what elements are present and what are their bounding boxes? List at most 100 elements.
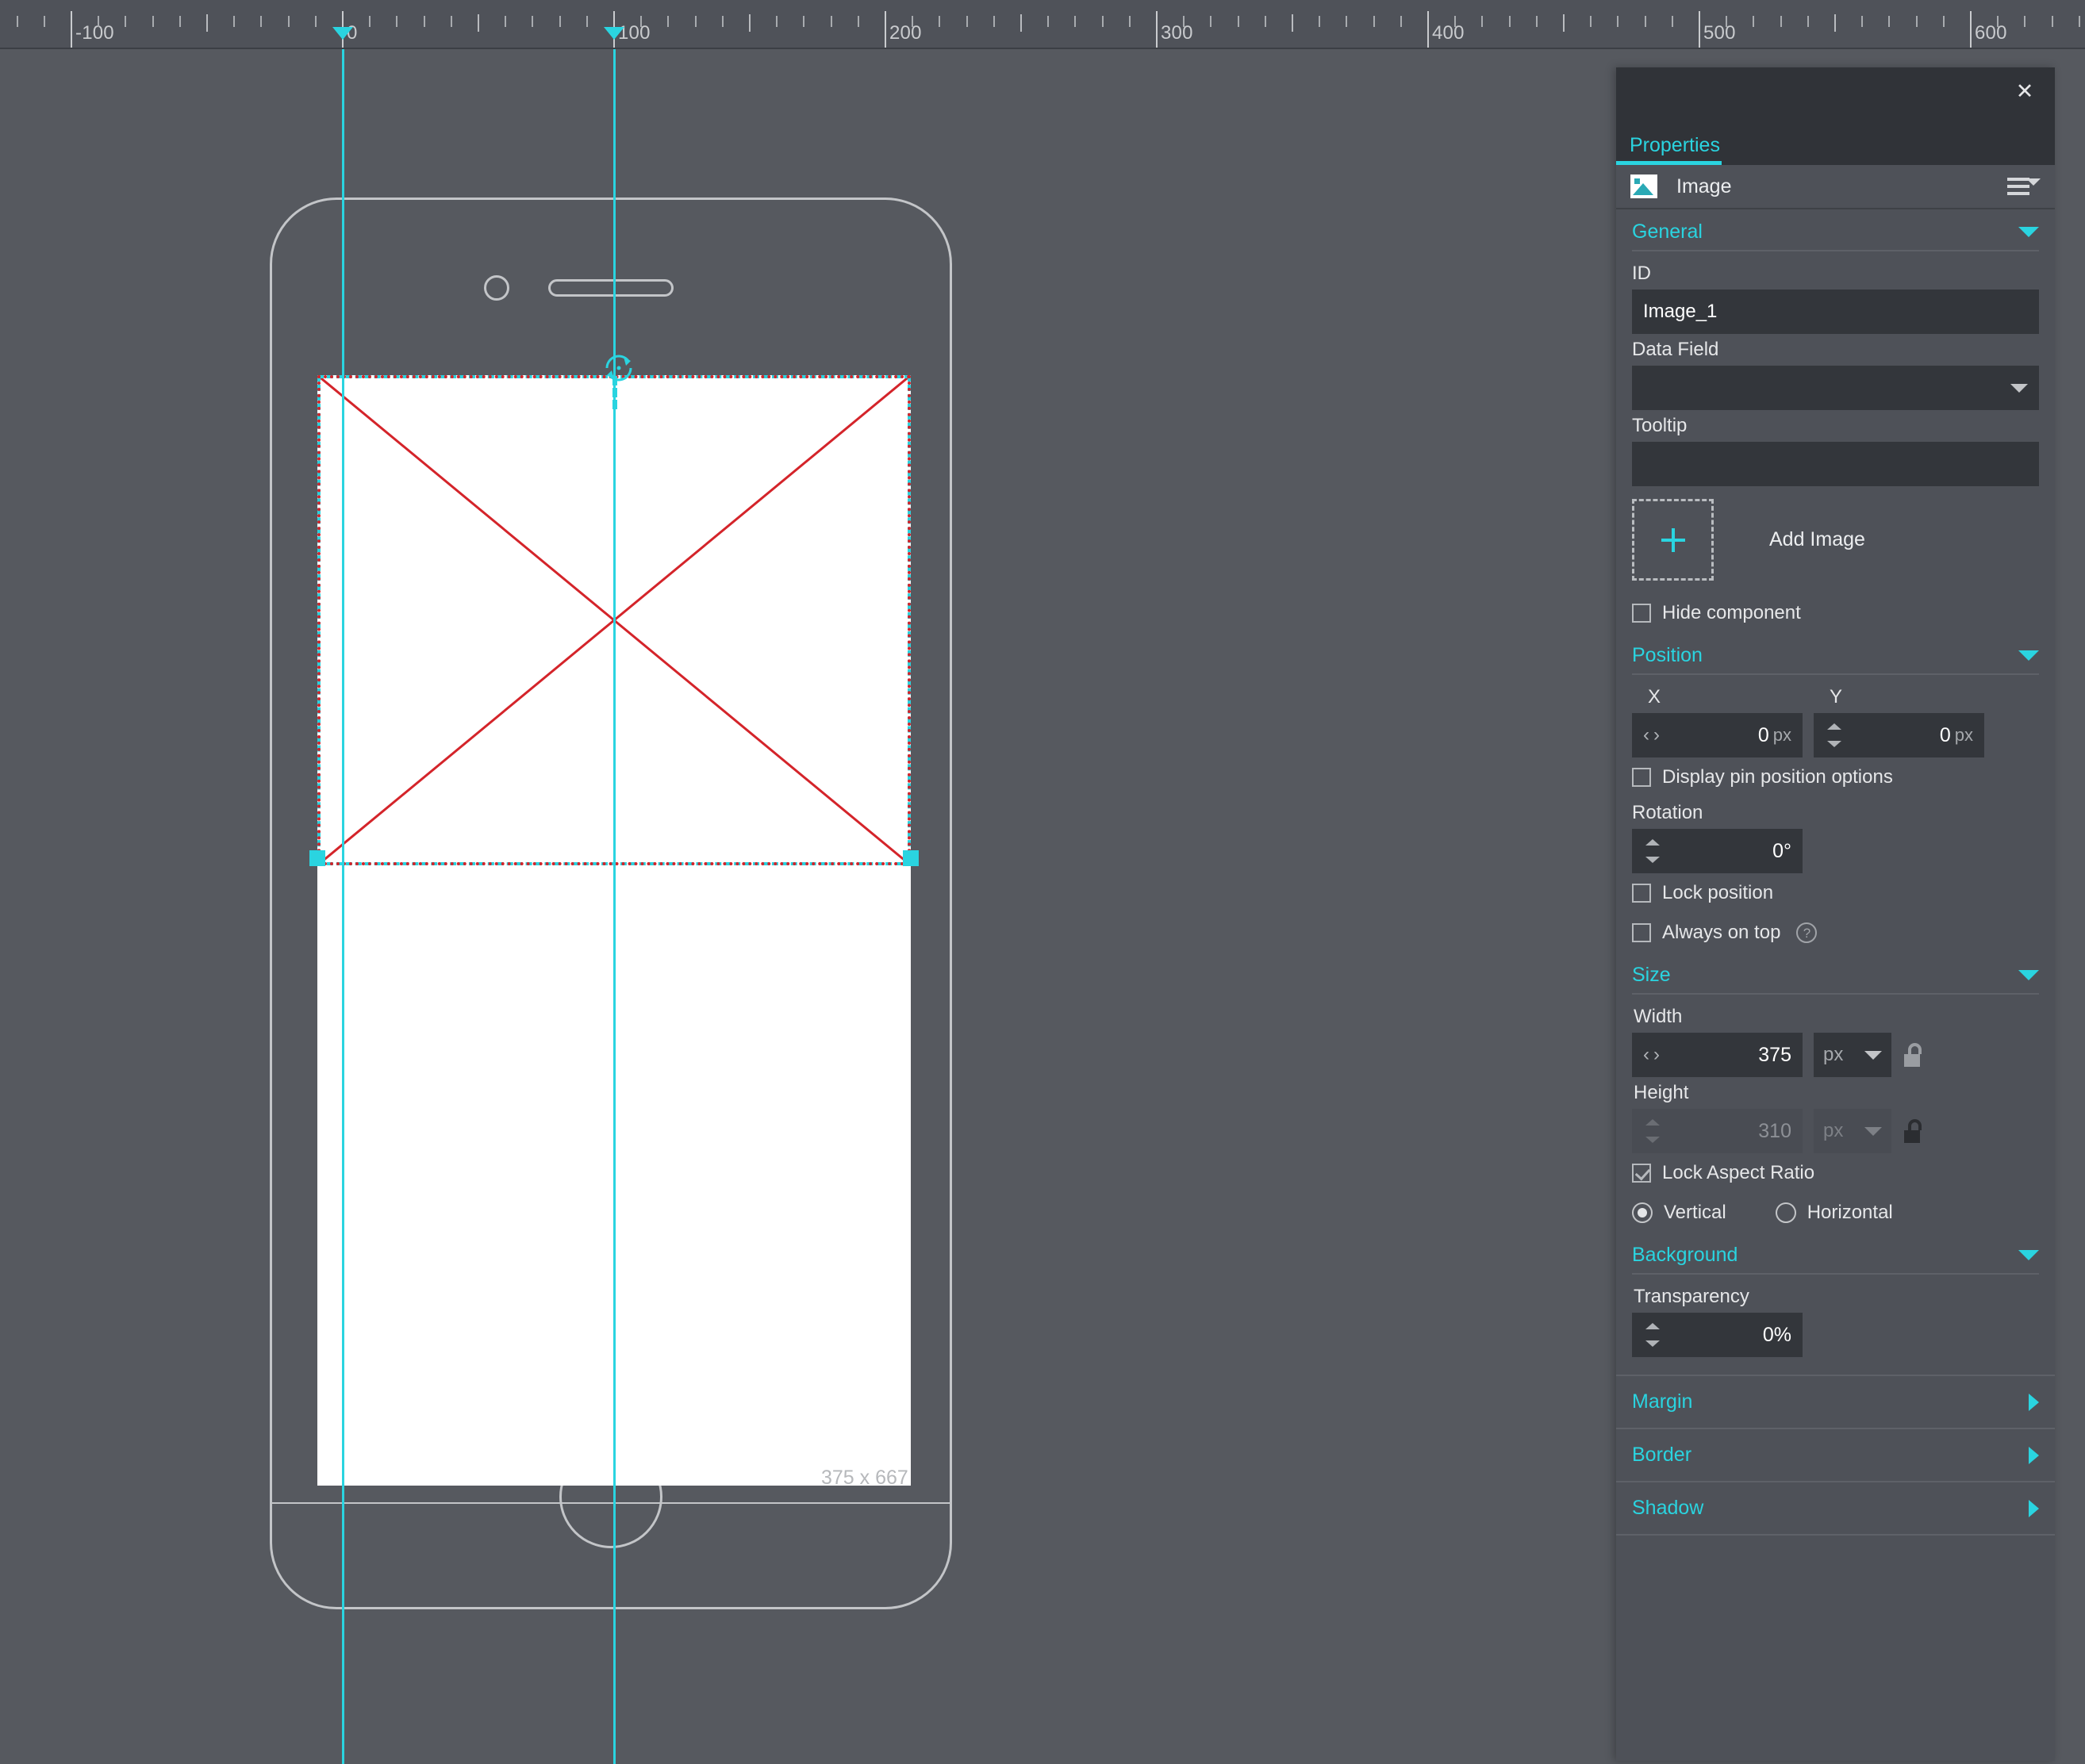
- ruler-tick-minor: [369, 16, 371, 27]
- radio-horizontal[interactable]: [1775, 1202, 1796, 1223]
- stepper-horizontal-icon[interactable]: ‹›: [1643, 724, 1664, 746]
- x-position-input[interactable]: ‹› 0 px: [1632, 713, 1803, 757]
- section-header-border[interactable]: Border: [1616, 1429, 2055, 1482]
- lock-position-checkbox[interactable]: [1632, 884, 1651, 903]
- height-lock-icon[interactable]: [1903, 1119, 1923, 1143]
- ruler-tick-minor: [1780, 16, 1782, 27]
- hamburger-menu-icon[interactable]: [2007, 176, 2041, 197]
- rotation-input[interactable]: 0°: [1632, 829, 1803, 873]
- guide-marker-0[interactable]: [332, 27, 353, 40]
- ruler-tick-minor: [1047, 16, 1050, 27]
- rotate-handle-icon[interactable]: [600, 349, 638, 387]
- resize-handle-right[interactable]: [903, 850, 919, 866]
- lock-position-label: Lock position: [1662, 882, 1774, 903]
- horizontal-ruler[interactable]: -200-10001002003004005006007008009001000…: [0, 0, 2085, 49]
- stepper-vertical-icon[interactable]: [1643, 836, 1662, 866]
- ruler-tick-minor: [1400, 16, 1402, 27]
- stepper-horizontal-icon[interactable]: ‹›: [1643, 1044, 1664, 1066]
- width-unit-select[interactable]: px: [1814, 1033, 1891, 1077]
- ruler-tick-mid: [206, 14, 208, 32]
- label-y: Y: [1830, 686, 1843, 708]
- panel-tabs: Properties: [1616, 119, 2055, 165]
- chevron-right-icon[interactable]: [2029, 1499, 2039, 1517]
- id-input[interactable]: Image_1: [1632, 290, 2039, 334]
- lock-position-checkbox-row[interactable]: Lock position: [1616, 873, 2055, 913]
- add-image-dropzone[interactable]: [1632, 499, 1714, 581]
- transparency-input[interactable]: 0%: [1632, 1313, 1803, 1357]
- label-horizontal: Horizontal: [1807, 1202, 1893, 1223]
- radio-vertical[interactable]: [1632, 1202, 1653, 1223]
- ruler-tick-minor: [857, 16, 859, 27]
- lock-aspect-label: Lock Aspect Ratio: [1662, 1162, 1815, 1183]
- stepper-vertical-icon[interactable]: [1825, 720, 1844, 750]
- section-header-general[interactable]: General: [1616, 209, 2055, 250]
- stepper-vertical-icon[interactable]: [1643, 1320, 1662, 1350]
- ruler-tick-minor: [1074, 16, 1077, 27]
- lock-aspect-checkbox-row[interactable]: Lock Aspect Ratio: [1616, 1153, 2055, 1193]
- resize-handle-left[interactable]: [309, 850, 325, 866]
- label-width: Width: [1634, 1006, 1683, 1027]
- chevron-right-icon[interactable]: [2029, 1393, 2039, 1411]
- panel-sections: General ID Image_1 Data Field Tooltip Ad…: [1616, 209, 2055, 1536]
- ruler-tick-minor: [260, 16, 263, 27]
- section-divider: [1632, 250, 2039, 251]
- add-image-row[interactable]: Add Image: [1616, 486, 2055, 593]
- ruler-tick-minor: [1617, 16, 1619, 27]
- width-input[interactable]: ‹› 375: [1632, 1033, 1803, 1077]
- ruler-label: 200: [889, 22, 922, 44]
- tab-properties[interactable]: Properties: [1616, 134, 1722, 165]
- lock-aspect-checkbox[interactable]: [1632, 1164, 1651, 1183]
- ruler-tick-minor: [1264, 16, 1266, 27]
- ruler-tick-minor: [1237, 16, 1239, 27]
- section-header-shadow[interactable]: Shadow: [1616, 1482, 2055, 1536]
- chevron-right-icon[interactable]: [2029, 1446, 2039, 1464]
- chevron-down-icon[interactable]: [2018, 970, 2039, 980]
- label-x: X: [1648, 686, 1661, 708]
- vertical-guide-0[interactable]: [342, 49, 344, 1764]
- chevron-down-icon[interactable]: [2018, 227, 2039, 237]
- label-data-field: Data Field: [1632, 339, 1719, 360]
- chevron-down-icon[interactable]: [2018, 1250, 2039, 1260]
- hide-component-checkbox[interactable]: [1632, 604, 1651, 623]
- section-header-margin[interactable]: Margin: [1616, 1375, 2055, 1429]
- ruler-tick-minor: [1319, 16, 1321, 27]
- properties-panel: ✕ Properties Image General ID Image_1 Da…: [1616, 67, 2055, 1761]
- width-value: 375: [1758, 1043, 1791, 1066]
- transparency-input-row: 0%: [1616, 1313, 2055, 1357]
- chevron-down-icon: [2010, 383, 2028, 393]
- hide-component-checkbox-row[interactable]: Hide component: [1616, 593, 2055, 633]
- transparency-value: 0%: [1762, 1323, 1791, 1346]
- ruler-tick-minor: [1373, 16, 1375, 27]
- height-unit-select: px: [1814, 1109, 1891, 1153]
- ruler-tick-minor: [1726, 16, 1728, 27]
- ruler-tick-minor: [2078, 16, 2080, 27]
- section-header-size[interactable]: Size: [1616, 953, 2055, 993]
- display-pin-checkbox-row[interactable]: Display pin position options: [1616, 757, 2055, 797]
- design-editor-window: -200-10001002003004005006007008009001000…: [0, 0, 2085, 1764]
- width-lock-icon[interactable]: [1903, 1043, 1923, 1067]
- always-on-top-checkbox[interactable]: [1632, 923, 1651, 942]
- ruler-tick-mid: [749, 14, 751, 32]
- guide-marker-100[interactable]: [604, 27, 624, 40]
- always-on-top-checkbox-row[interactable]: Always on top ?: [1616, 913, 2055, 953]
- vertical-guide-100[interactable]: [613, 49, 616, 1764]
- data-field-select[interactable]: [1632, 366, 2039, 410]
- display-pin-checkbox[interactable]: [1632, 768, 1651, 787]
- close-icon[interactable]: ✕: [2010, 77, 2039, 105]
- chevron-down-icon: [1864, 1050, 1882, 1060]
- section-header-background[interactable]: Background: [1616, 1233, 2055, 1273]
- ruler-tick-minor: [1128, 16, 1131, 27]
- section-header-position[interactable]: Position: [1616, 633, 2055, 673]
- help-icon[interactable]: ?: [1796, 922, 1818, 943]
- ruler-tick-minor: [450, 16, 452, 27]
- x-position-unit: px: [1772, 725, 1791, 745]
- ruler-tick-minor: [1454, 16, 1457, 27]
- chevron-down-icon[interactable]: [2018, 650, 2039, 661]
- ruler-tick-minor: [505, 16, 507, 27]
- width-input-row: ‹› 375 px: [1616, 1033, 2055, 1077]
- y-position-input[interactable]: 0 px: [1814, 713, 1984, 757]
- ruler-tick-minor: [1997, 16, 1999, 27]
- section-title-size: Size: [1632, 964, 1671, 986]
- tooltip-input[interactable]: [1632, 442, 2039, 486]
- ruler-tick-minor: [1644, 16, 1646, 27]
